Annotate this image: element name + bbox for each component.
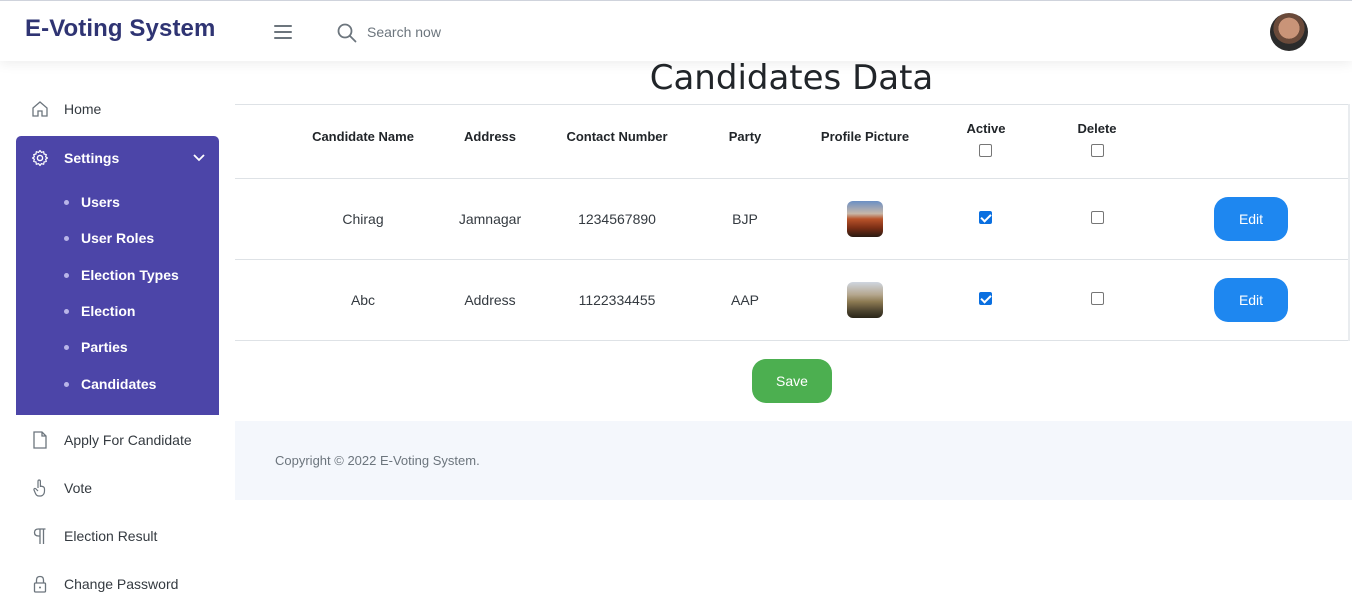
menu-toggle-icon[interactable] [274,25,292,39]
cell-address: Address [464,292,516,308]
app-title[interactable]: E-Voting System [25,15,215,43]
delete-select-all-checkbox[interactable] [1091,144,1104,157]
user-avatar[interactable] [1270,13,1308,51]
search-icon[interactable] [337,23,357,43]
sidebar-item-label: Vote [64,480,93,496]
column-header-address: Address [463,129,517,144]
search-input[interactable] [367,21,667,43]
cell-address: Jamnagar [458,211,522,227]
sidebar: Home Settings Users User Roles Election … [0,61,235,611]
table-divider [235,259,1348,260]
sidebar-item-settings[interactable]: Settings [16,136,219,180]
sidebar-subitem-label: User Roles [81,230,155,246]
sidebar-subitem-label: Election Types [81,267,179,283]
table-divider [235,178,1348,179]
sidebar-item-label: Home [64,101,102,117]
active-checkbox[interactable] [979,211,992,224]
sidebar-subitem-election-types[interactable]: Election Types [64,263,179,287]
column-header-delete: Delete [1077,121,1117,136]
column-header-picture: Profile Picture [820,129,910,144]
footer: Copyright © 2022 E-Voting System. [235,421,1352,500]
profile-picture [847,201,883,237]
table-divider [235,104,1348,105]
cell-candidate-name: Chirag [342,211,384,227]
sidebar-item-vote[interactable]: Vote [16,468,219,508]
cell-candidate-name: Abc [350,292,376,308]
column-header-contact: Contact Number [566,129,668,144]
edit-button[interactable]: Edit [1214,278,1288,322]
lock-icon [33,575,47,593]
cell-party: AAP [730,292,759,308]
sidebar-subitem-parties[interactable]: Parties [64,335,128,359]
gear-icon [31,149,49,167]
sidebar-subitem-users[interactable]: Users [64,190,120,214]
copyright-text: Copyright © 2022 E-Voting System. [275,453,480,468]
sidebar-item-label: Apply For Candidate [64,432,192,448]
home-icon [32,101,48,117]
main-content: Candidates Data Candidate Name Address C… [235,61,1352,611]
delete-checkbox[interactable] [1091,292,1104,305]
sidebar-item-label: Election Result [64,528,158,544]
file-icon [33,431,47,449]
cell-party: BJP [732,211,758,227]
delete-checkbox[interactable] [1091,211,1104,224]
sidebar-subitem-label: Election [81,303,136,319]
cell-contact: 1234567890 [578,211,656,227]
sidebar-subitem-user-roles[interactable]: User Roles [64,226,154,250]
save-button[interactable]: Save [752,359,832,403]
table-right-border [1348,104,1350,341]
sidebar-item-apply-candidate[interactable]: Apply For Candidate [16,420,219,460]
column-header-name: Candidate Name [312,129,414,144]
sidebar-subitem-label: Parties [81,339,128,355]
edit-button[interactable]: Edit [1214,197,1288,241]
column-header-party: Party [728,129,762,144]
sidebar-item-label: Change Password [64,576,179,592]
active-checkbox[interactable] [979,292,992,305]
sidebar-subitem-election[interactable]: Election [64,299,135,323]
profile-picture [847,282,883,318]
cell-contact: 1122334455 [578,292,656,308]
settings-menu: Settings Users User Roles Election Types… [16,136,219,415]
sidebar-subitem-label: Candidates [81,376,157,392]
sidebar-item-home[interactable]: Home [16,89,219,129]
sidebar-item-label: Settings [64,150,120,166]
top-navbar: E-Voting System [0,0,1352,61]
column-header-active: Active [966,121,1006,136]
table-divider [235,340,1348,341]
sidebar-item-change-password[interactable]: Change Password [16,564,219,604]
sidebar-subitem-label: Users [81,194,120,210]
sidebar-subitem-candidates[interactable]: Candidates [64,372,156,396]
paragraph-icon [33,528,46,544]
hand-pointer-icon [33,479,46,497]
page-title: Candidates Data [649,58,934,98]
active-select-all-checkbox[interactable] [979,144,992,157]
sidebar-item-election-result[interactable]: Election Result [16,516,219,556]
chevron-down-icon [193,154,205,162]
